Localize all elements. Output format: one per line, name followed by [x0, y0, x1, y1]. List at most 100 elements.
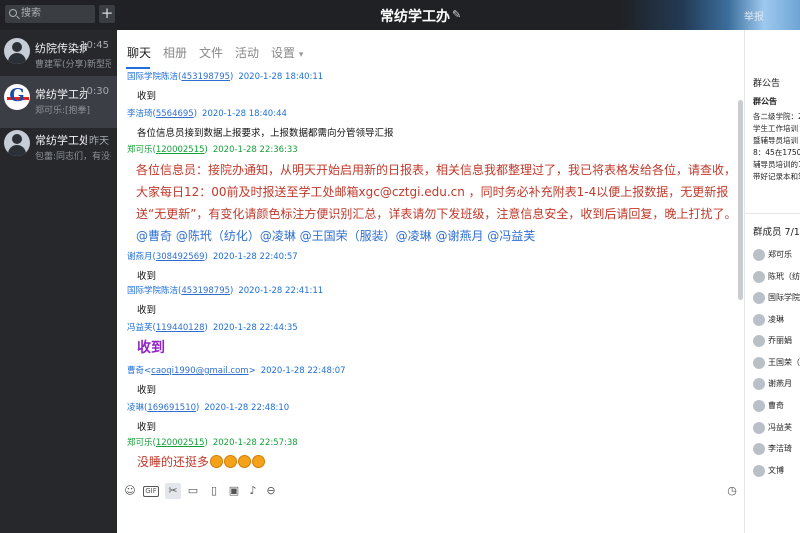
member-avatar [753, 271, 765, 283]
person-avatar [4, 38, 30, 64]
message-time: 2020-1-28 22:41:11 [238, 286, 324, 296]
member-item[interactable]: 凌琳 [753, 313, 800, 329]
sender-id-link[interactable]: 453198795 [181, 72, 230, 82]
divider [745, 213, 800, 214]
announcement-line: 各二级学院：2 [753, 112, 800, 121]
member-name: 谢燕月 [768, 379, 792, 388]
image-icon[interactable]: ▣ [226, 483, 242, 499]
members-header[interactable]: 群成员 7/11 [753, 224, 800, 238]
more-icon[interactable]: ⊖ [263, 483, 279, 499]
conversation-item[interactable]: 常纺学工处 昨天 包蕾:同志们，有没有 [0, 122, 117, 174]
conversation-item[interactable]: 纺院传染病 10:45 曹建军(分享)新型冠 [0, 30, 117, 82]
announcement-line: 辅导员培训的1 [753, 160, 800, 169]
sender-name[interactable]: 国际学院陈洁 [127, 286, 178, 296]
member-avatar [753, 400, 765, 412]
message-item: 郑可乐(120002515) 2020-1-28 22:36:33 各位信息员：接… [127, 143, 739, 247]
message-time: 2020-1-28 18:40:44 [202, 109, 287, 119]
emoji-picker-icon[interactable]: ☺ [122, 483, 138, 499]
message-meta: 谢燕月(308492569) 2020-1-28 22:40:57 [127, 252, 298, 262]
conversation-item-active[interactable]: G 常纺学工办 10:30 郑可乐:[抱拳] [0, 76, 117, 128]
member-name: 乔丽娟 [768, 336, 792, 345]
message-time: 2020-1-28 22:40:57 [212, 252, 298, 262]
search-input[interactable]: 搜索 [5, 5, 95, 23]
member-avatar [753, 443, 765, 455]
announcement-line: 学生工作培训 [753, 124, 798, 133]
message-meta: 国际学院陈洁(453198795) 2020-1-28 22:41:11 [127, 286, 324, 296]
member-name: 文博 [768, 466, 784, 475]
announcement-line: 8：45在1750 [753, 148, 800, 157]
member-avatar [753, 422, 765, 434]
sender-name[interactable]: 谢燕月 [127, 252, 153, 262]
message-text: 收到 [137, 385, 157, 396]
message-input[interactable] [117, 504, 744, 533]
member-item[interactable]: 王国荣（服 [753, 356, 800, 372]
member-avatar [753, 292, 765, 304]
member-item[interactable]: 李洁琦 [753, 442, 800, 458]
sender-id-link[interactable]: 169691510 [147, 403, 196, 413]
member-name: 王国荣（服 [768, 358, 800, 367]
sender-name[interactable]: 曹奇 [127, 366, 144, 376]
input-toolbar: ☺ GIF ✂ ▭ ▯ ▣ ♪ ⊖ ◷ [117, 480, 744, 502]
sender-name[interactable]: 凌琳 [127, 403, 144, 413]
conversation-name: 常纺学工处 [35, 134, 87, 147]
tab-files[interactable]: 文件 [199, 44, 223, 61]
announcement-header[interactable]: 群公告 [753, 76, 780, 89]
member-name: 凌琳 [768, 315, 784, 324]
bell-icon[interactable]: ♪ [245, 483, 261, 499]
tab-chat[interactable]: 聊天 [127, 44, 151, 61]
active-tab-indicator [126, 67, 150, 69]
conversation-time: 10:45 [80, 40, 109, 51]
emoji-icon [210, 455, 224, 468]
member-item[interactable]: 乔丽娟 [753, 334, 800, 350]
member-item[interactable]: 文博 [753, 464, 800, 480]
member-item[interactable]: 国际学院陈 [753, 291, 800, 307]
sender-name[interactable]: 冯益芙 [127, 323, 153, 333]
member-item[interactable]: 郑可乐 [753, 248, 800, 264]
message-item: 国际学院陈洁(453198795) 2020-1-28 22:41:11 收到 [127, 284, 739, 316]
message-time: 2020-1-28 22:36:33 [212, 145, 298, 155]
mentions[interactable]: @曹奇 @陈玳（纺化）@凌琳 @王国荣（服装）@凌琳 @谢燕月 @冯益芙 [136, 229, 535, 243]
sender-name[interactable]: 郑可乐 [127, 145, 153, 155]
message-time: 2020-1-28 22:48:10 [204, 403, 290, 413]
history-clock-icon[interactable]: ◷ [724, 483, 740, 499]
member-item[interactable]: 冯益芙 [753, 421, 800, 437]
gif-icon[interactable]: GIF [143, 486, 159, 497]
tab-activities[interactable]: 活动 [235, 44, 259, 61]
folder-icon[interactable]: ▭ [185, 483, 201, 499]
screenshot-scissors-icon[interactable]: ✂ [165, 483, 181, 499]
scrollbar-thumb[interactable] [738, 100, 743, 300]
sender-id-link[interactable]: 120002515 [156, 145, 205, 155]
school-logo-avatar: G [4, 84, 30, 110]
sender-id-link[interactable]: 5564695 [156, 109, 194, 119]
message-time: 2020-1-28 18:40:11 [238, 72, 324, 82]
tab-settings[interactable]: 设置 ▾ [271, 44, 303, 61]
member-avatar [753, 465, 765, 477]
top-bar: 搜索 + 常纺学工办 ✎ 举报 [0, 0, 800, 30]
member-item[interactable]: 陈玳（纺 [753, 270, 800, 286]
member-item[interactable]: 曹奇 [753, 399, 800, 415]
sender-id-link[interactable]: 453198795 [181, 286, 230, 296]
edit-title-icon[interactable]: ✎ [452, 8, 461, 21]
message-meta: 曹奇<caoqi1990@gmail.com> 2020-1-28 22:48:0… [127, 366, 346, 376]
conversation-time: 昨天 [89, 136, 109, 147]
tab-settings-label: 设置 [271, 46, 296, 60]
sender-id-link[interactable]: 120002515 [156, 438, 205, 448]
sender-name[interactable]: 郑可乐 [127, 438, 153, 448]
report-button[interactable]: 举报 [744, 8, 764, 23]
message-text: 收到 [137, 305, 157, 316]
member-avatar [753, 357, 765, 369]
sender-name[interactable]: 李洁琦 [127, 109, 153, 119]
sender-id-link[interactable]: 308492569 [156, 252, 205, 262]
message-meta: 郑可乐(120002515) 2020-1-28 22:57:38 [127, 438, 298, 448]
document-icon[interactable]: ▯ [206, 483, 222, 499]
message-time: 2020-1-28 22:44:35 [212, 323, 298, 333]
message-time: 2020-1-28 22:48:07 [260, 366, 346, 376]
member-item[interactable]: 谢燕月 [753, 377, 800, 393]
sender-id-link[interactable]: 119440128 [156, 323, 205, 333]
sender-name[interactable]: 国际学院陈洁 [127, 72, 178, 82]
message-item: 郑可乐(120002515) 2020-1-28 22:57:38 没睡的还挺多 [127, 436, 739, 470]
tab-album[interactable]: 相册 [163, 44, 187, 61]
add-button[interactable]: + [99, 5, 115, 23]
message-time: 2020-1-28 22:57:38 [212, 438, 298, 448]
sender-id-link[interactable]: caoqi1990@gmail.com [151, 366, 248, 376]
